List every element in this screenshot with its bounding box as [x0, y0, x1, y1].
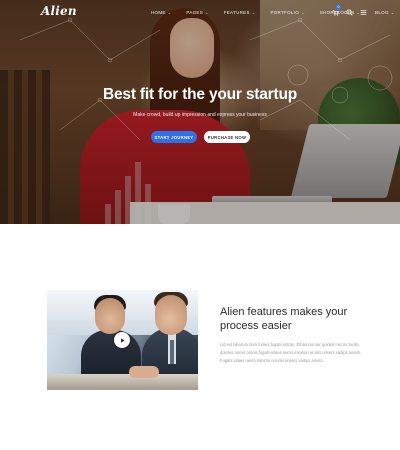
menu-item-home[interactable]: HOME ⌄ [151, 10, 171, 15]
businessman-right-head [155, 295, 187, 335]
feature-description: Lid est laborum dolo rumes fugats untras… [220, 342, 362, 363]
menu-item-pages[interactable]: PAGES ⌄ [186, 10, 208, 15]
top-navigation: Alien HOME ⌄ PAGES ⌄ FEATURES ⌄ PORTFOLIO ⌄ … [0, 0, 400, 24]
menu-item-label: BLOG [375, 9, 389, 15]
search-icon[interactable] [344, 7, 354, 17]
chevron-down-icon: ⌄ [205, 9, 209, 15]
menu-item-blog[interactable]: BLOG ⌄ [375, 10, 394, 15]
purchase-now-button[interactable]: PURCHASE NOW [204, 131, 250, 143]
brand-logo[interactable]: Alien [41, 4, 77, 18]
menu-item-label: PAGES [186, 9, 204, 15]
chevron-down-icon: ⌄ [167, 9, 172, 15]
menu-icon[interactable] [358, 7, 368, 17]
menu-item-label: HOME [151, 9, 166, 15]
menu-item-label: FEATURES [223, 9, 250, 15]
hero-title: Best fit for the your startup [103, 86, 297, 103]
menu-item-features[interactable]: FEATURES ⌄ [224, 10, 256, 15]
office-desk [47, 374, 198, 390]
start-journey-button[interactable]: START JOURNEY [151, 131, 197, 143]
feature-heading: Alien features makes your process easier [220, 306, 348, 332]
hero-section: Alien HOME ⌄ PAGES ⌄ FEATURES ⌄ PORTFOLIO ⌄ … [0, 0, 400, 224]
cart-count-badge: 0 [336, 5, 341, 10]
search-icon-graphic [345, 8, 353, 16]
chevron-down-icon: ⌄ [390, 9, 395, 15]
play-icon [120, 337, 125, 343]
nav-icon-group: 0 [330, 5, 372, 18]
businessman-hands [129, 366, 159, 378]
chevron-down-icon: ⌄ [251, 9, 256, 15]
businessman-left-head [95, 298, 125, 334]
menu-icon-graphic [360, 9, 366, 15]
businessman-right-tie [170, 340, 174, 364]
hero-subtitle: Make crowd, build up impression and expr… [133, 112, 267, 118]
chevron-down-icon: ⌄ [301, 9, 305, 15]
menu-item-label: PORTFOLIO [270, 9, 300, 15]
cart-icon[interactable]: 0 [330, 5, 341, 17]
play-video-button[interactable] [114, 332, 130, 348]
menu-item-portfolio[interactable]: PORTFOLIO ⌄ [270, 10, 304, 15]
